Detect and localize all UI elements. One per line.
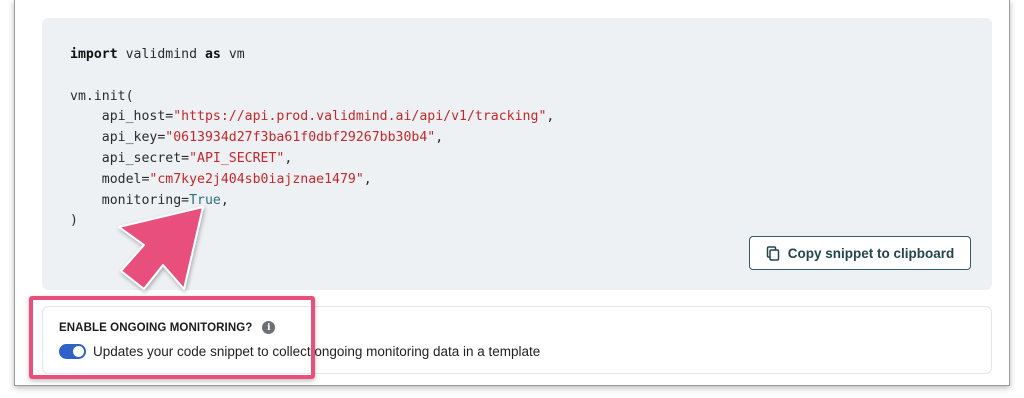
annotation-arrow [118, 206, 204, 290]
